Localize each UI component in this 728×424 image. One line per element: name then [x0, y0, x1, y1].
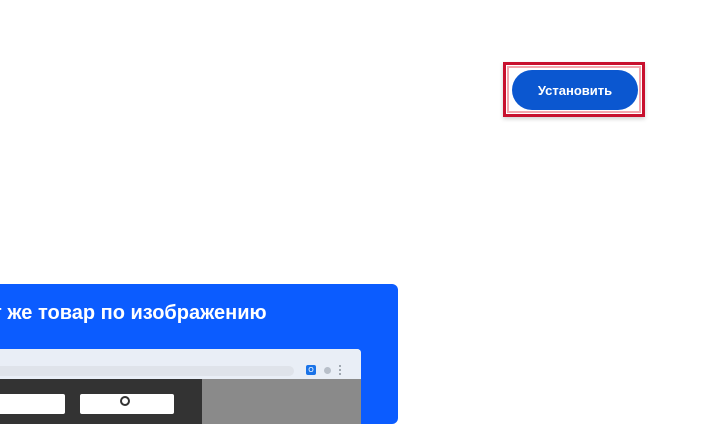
promo-title: т же товар по изображению: [0, 302, 267, 324]
mock-address-bar: [0, 366, 294, 376]
promo-card: т же товар по изображению O: [0, 284, 398, 424]
extension-icon: O: [306, 365, 316, 375]
mock-product-tile: [0, 394, 65, 414]
extension-puzzle-icon: [324, 367, 331, 374]
install-button[interactable]: Установить: [512, 70, 638, 110]
kebab-menu-icon: [339, 365, 342, 375]
mock-browser-screenshot: O: [0, 349, 361, 424]
search-lens-icon: [120, 396, 130, 406]
mock-side-panel: [202, 379, 361, 424]
